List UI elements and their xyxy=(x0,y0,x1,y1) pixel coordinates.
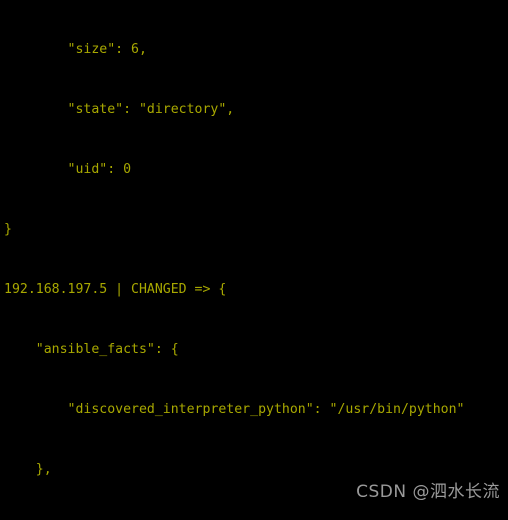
output-line-host-header: 192.168.197.5 | CHANGED => { xyxy=(4,282,227,297)
terminal-output: "size": 6, "state": "directory", "uid": … xyxy=(0,0,508,520)
output-line: } xyxy=(4,222,12,237)
output-line: "size": 6, xyxy=(4,42,147,57)
output-line: "uid": 0 xyxy=(4,162,132,177)
output-line: "discovered_interpreter_python": "/usr/b… xyxy=(4,402,465,417)
terminal-window[interactable]: "size": 6, "state": "directory", "uid": … xyxy=(0,0,508,520)
output-line: "ansible_facts": { xyxy=(4,342,179,357)
output-line: }, xyxy=(4,462,52,477)
output-line: "state": "directory", xyxy=(4,102,235,117)
